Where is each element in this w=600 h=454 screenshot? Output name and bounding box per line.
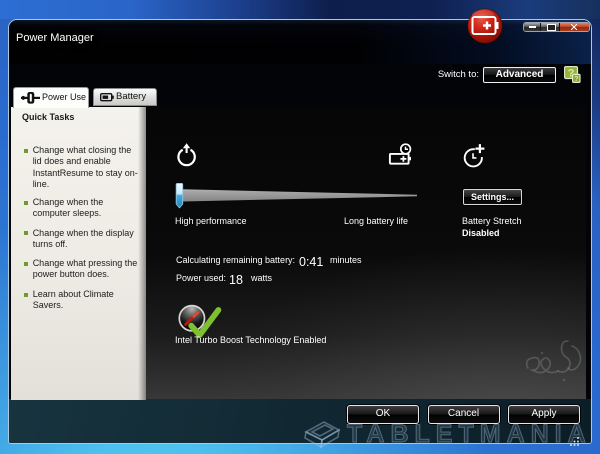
svg-text:?: ? <box>574 74 579 83</box>
